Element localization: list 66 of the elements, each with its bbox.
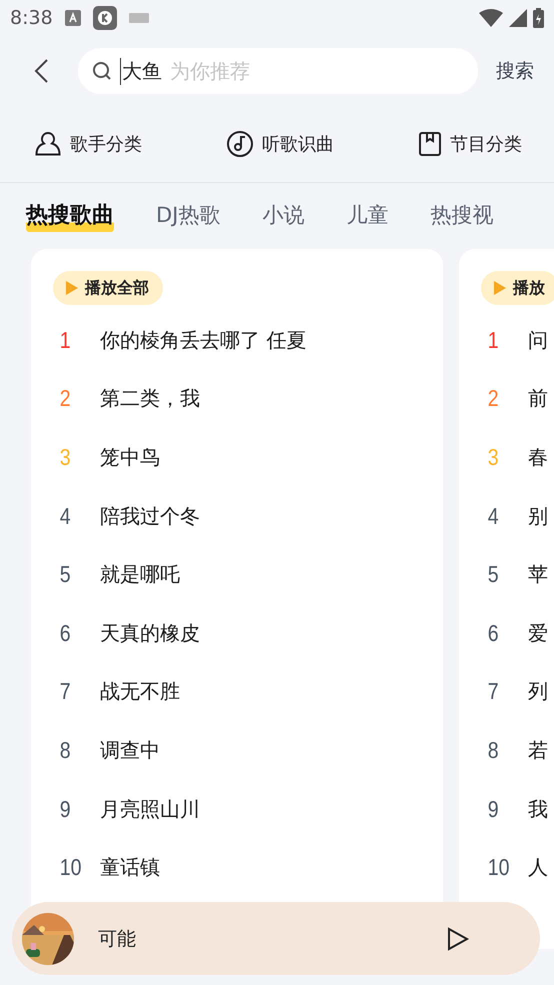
rank-number: 8	[58, 736, 72, 764]
category-shortcut[interactable]: 歌手分类	[34, 130, 142, 158]
song-title[interactable]: 列	[528, 678, 548, 706]
song-title[interactable]: 问	[528, 326, 548, 354]
search-button[interactable]: 搜索	[492, 58, 538, 84]
music-note-icon	[226, 130, 254, 158]
song-title[interactable]: 我	[528, 796, 548, 823]
rank-number: 7	[486, 678, 500, 706]
rank-number: 2	[58, 385, 72, 412]
rank-number: 7	[58, 678, 72, 706]
rank-number: 10	[486, 854, 511, 882]
song-title[interactable]: 前	[528, 385, 548, 412]
rank-number: 10	[58, 854, 83, 882]
battery-icon	[533, 8, 544, 28]
song-title[interactable]: 若	[528, 736, 548, 764]
song-title[interactable]: 调查中	[100, 736, 160, 764]
category-tab[interactable]: 小说	[262, 201, 304, 231]
rank-number: 4	[486, 502, 500, 530]
bookmark-icon	[418, 131, 442, 157]
category-tab[interactable]: DJ热歌	[156, 201, 220, 231]
song-title[interactable]: 春	[528, 444, 548, 471]
wifi-icon	[479, 9, 503, 27]
rank-number: 2	[486, 385, 500, 412]
song-title[interactable]: 爱	[528, 620, 548, 647]
app-icon	[92, 6, 117, 30]
rank-number: 5	[58, 561, 72, 588]
notification-icon	[64, 10, 81, 26]
song-title[interactable]: 天真的橡皮	[100, 620, 200, 647]
mini-player[interactable]: 可能	[12, 902, 540, 975]
song-title[interactable]: 陪我过个冬	[100, 502, 200, 530]
rank-number: 5	[486, 561, 500, 588]
play-all-button[interactable]: 播放	[481, 271, 554, 305]
search-icon	[92, 61, 112, 81]
rank-number: 8	[486, 736, 500, 764]
song-title[interactable]: 苹	[528, 561, 548, 588]
rank-number: 1	[486, 326, 500, 354]
search-field[interactable]: 大鱼 为你推荐	[78, 48, 478, 94]
song-title[interactable]: 月亮照山川	[100, 796, 200, 823]
rank-number: 1	[58, 326, 72, 354]
rank-number: 9	[486, 796, 500, 823]
rank-number: 3	[58, 444, 72, 471]
status-time: 8:38	[10, 7, 53, 29]
signal-icon	[509, 9, 527, 27]
category-shortcut[interactable]: 节目分类	[418, 131, 522, 157]
song-title[interactable]: 笼中鸟	[100, 444, 160, 471]
now-playing-title: 可能	[98, 926, 137, 952]
category-tab[interactable]: 热搜视	[430, 201, 494, 231]
song-title[interactable]: 你的棱角丢去哪了 任夏	[100, 326, 306, 354]
rank-number: 3	[486, 444, 500, 471]
rank-number: 9	[58, 796, 72, 823]
song-title[interactable]: 人	[528, 854, 548, 882]
play-icon	[65, 280, 79, 296]
category-shortcut[interactable]: 听歌识曲	[226, 130, 334, 158]
song-title[interactable]: 别	[528, 502, 548, 530]
song-title[interactable]: 就是哪吒	[100, 561, 180, 588]
category-tab[interactable]: 儿童	[346, 201, 388, 231]
song-title[interactable]: 战无不胜	[100, 678, 180, 706]
song-title[interactable]: 第二类，我	[100, 385, 200, 412]
play-all-button[interactable]: 播放全部	[53, 271, 163, 305]
rank-number: 4	[58, 502, 72, 530]
rank-number: 6	[486, 620, 500, 647]
person-icon	[34, 130, 62, 158]
song-title[interactable]: 童话镇	[100, 854, 160, 882]
play-icon	[493, 280, 507, 296]
keyboard-icon	[128, 13, 149, 23]
rank-number: 6	[58, 620, 72, 647]
